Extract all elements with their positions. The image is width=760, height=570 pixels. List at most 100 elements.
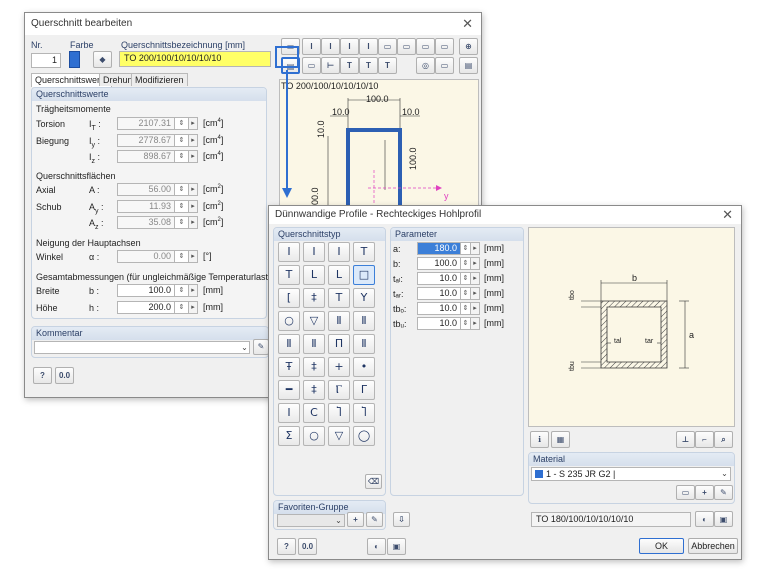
param-spin-icon-3[interactable]: ⇕ bbox=[461, 272, 471, 285]
sub-units-icon[interactable]: 0.0 bbox=[298, 538, 317, 555]
section-name-field[interactable]: TO 180/100/10/10/10/10 bbox=[531, 512, 691, 527]
toolbar-comp-icon[interactable]: ▭ bbox=[435, 57, 454, 74]
name-folder-icon[interactable]: ◐ bbox=[695, 511, 714, 527]
shape-type-14[interactable]: ▽ bbox=[303, 311, 325, 331]
shape-type-32[interactable]: Ⴈ bbox=[353, 403, 375, 423]
shape-type-4[interactable]: T bbox=[353, 242, 375, 262]
shape-type-7[interactable]: L bbox=[328, 265, 350, 285]
view-axes-icon[interactable]: ⌐ bbox=[695, 431, 714, 448]
param-menu-icon-1[interactable]: ▸ bbox=[471, 242, 480, 255]
ay-spin-icon[interactable]: ⇕ bbox=[175, 200, 189, 213]
shape-type-25[interactable]: ━ bbox=[278, 380, 300, 400]
param-spin-icon-1[interactable]: ⇕ bbox=[461, 242, 471, 255]
toolbar-table-icon[interactable]: ▤ bbox=[459, 57, 478, 74]
param-value-6[interactable]: 10.0 bbox=[417, 317, 461, 330]
winkel-spin-icon[interactable]: ⇕ bbox=[175, 250, 189, 263]
toolbar-rec-icon[interactable]: ▭ bbox=[416, 38, 435, 55]
shape-type-3[interactable]: I bbox=[328, 242, 350, 262]
shape-type-17[interactable]: Ⅱ bbox=[278, 334, 300, 354]
toolbar-l-icon[interactable]: ⊢ bbox=[321, 57, 340, 74]
main-close-icon[interactable]: ✕ bbox=[462, 16, 473, 32]
shape-type-26[interactable]: ‡ bbox=[303, 380, 325, 400]
toolbar-heb-icon[interactable]: I bbox=[340, 38, 359, 55]
hoehe-value[interactable]: 200.0 bbox=[117, 301, 175, 314]
favoriten-dropdown-icon[interactable]: ⌄ bbox=[332, 514, 345, 527]
zoom-icon[interactable]: ⌕ bbox=[714, 431, 733, 448]
shape-eraser-icon[interactable]: ⌫ bbox=[365, 474, 382, 489]
param-value-5[interactable]: 10.0 bbox=[417, 302, 461, 315]
shape-type-16[interactable]: Ⅱ bbox=[353, 311, 375, 331]
shape-type-2[interactable]: I bbox=[303, 242, 325, 262]
shape-type-12[interactable]: Y bbox=[353, 288, 375, 308]
bezeichnung-input[interactable]: TO 200/100/10/10/10/10 bbox=[119, 51, 271, 67]
param-menu-icon-5[interactable]: ▸ bbox=[471, 302, 480, 315]
help-icon[interactable]: ? bbox=[33, 367, 52, 384]
material-dropdown-icon[interactable]: ⌄ bbox=[718, 467, 731, 480]
toolbar-ch-icon[interactable]: ◎ bbox=[416, 57, 435, 74]
torsion-spin-icon[interactable]: ⇕ bbox=[175, 117, 189, 130]
shape-type-11[interactable]: T bbox=[328, 288, 350, 308]
shape-type-19[interactable]: Π bbox=[328, 334, 350, 354]
name-save-icon[interactable]: ▣ bbox=[714, 511, 733, 527]
info-icon[interactable]: ℹ bbox=[530, 431, 549, 448]
param-spin-icon-6[interactable]: ⇕ bbox=[461, 317, 471, 330]
winkel-menu-icon[interactable]: ▸ bbox=[189, 250, 198, 263]
material-library-icon[interactable]: ▭ bbox=[676, 485, 695, 500]
shape-type-22[interactable]: ‡ bbox=[303, 357, 325, 377]
library-icon[interactable]: ◆ bbox=[93, 51, 112, 68]
param-value-2[interactable]: 100.0 bbox=[417, 257, 461, 270]
ay-menu-icon[interactable]: ▸ bbox=[189, 200, 198, 213]
ok-button[interactable]: OK bbox=[639, 538, 684, 554]
param-menu-icon-4[interactable]: ▸ bbox=[471, 287, 480, 300]
shape-type-10[interactable]: ‡ bbox=[303, 288, 325, 308]
shape-type-20[interactable]: Ⅱ bbox=[353, 334, 375, 354]
favoriten-add-icon[interactable]: + bbox=[347, 512, 364, 527]
toolbar-t-icon[interactable]: T bbox=[340, 57, 359, 74]
toolbar-hea-icon[interactable]: I bbox=[321, 38, 340, 55]
toolbar-ipe-icon[interactable]: I bbox=[302, 38, 321, 55]
shape-type-27[interactable]: Ⲅ bbox=[328, 380, 350, 400]
kommentar-input[interactable] bbox=[34, 341, 250, 354]
breite-menu-icon[interactable]: ▸ bbox=[189, 284, 198, 297]
sub-save-icon[interactable]: ▣ bbox=[387, 538, 406, 555]
toolbar-hem-icon[interactable]: I bbox=[359, 38, 378, 55]
shape-type-23[interactable]: + bbox=[328, 357, 350, 377]
shape-type-6[interactable]: L bbox=[303, 265, 325, 285]
breite-value[interactable]: 100.0 bbox=[117, 284, 175, 297]
az-menu-icon[interactable]: ▸ bbox=[189, 216, 198, 229]
cancel-button[interactable]: Abbrechen bbox=[688, 538, 738, 554]
shape-type-28[interactable]: Γ bbox=[353, 380, 375, 400]
toolbar-rro2-icon[interactable]: ▭ bbox=[397, 38, 416, 55]
param-spin-icon-4[interactable]: ⇕ bbox=[461, 287, 471, 300]
iy-spin-icon[interactable]: ⇕ bbox=[175, 134, 189, 147]
sub-load-icon[interactable]: ◐ bbox=[367, 538, 386, 555]
shape-type-8[interactable]: □ bbox=[353, 265, 375, 285]
shape-type-33[interactable]: Σ bbox=[278, 426, 300, 446]
iy-menu-icon[interactable]: ▸ bbox=[189, 134, 198, 147]
render-icon[interactable]: ▦ bbox=[551, 431, 570, 448]
hoehe-menu-icon[interactable]: ▸ bbox=[189, 301, 198, 314]
iz-spin-icon[interactable]: ⇕ bbox=[175, 150, 189, 163]
shape-type-34[interactable]: ○ bbox=[303, 426, 325, 446]
shape-type-15[interactable]: Ⅱ bbox=[328, 311, 350, 331]
shape-type-36[interactable]: ◯ bbox=[353, 426, 375, 446]
az-spin-icon[interactable]: ⇕ bbox=[175, 216, 189, 229]
units-icon[interactable]: 0.0 bbox=[55, 367, 74, 384]
shape-type-31[interactable]: Ⴈ bbox=[328, 403, 350, 423]
shape-type-29[interactable]: I bbox=[278, 403, 300, 423]
favoriten-edit-icon[interactable]: ✎ bbox=[366, 512, 383, 527]
toolbar-ro-icon[interactable]: ▭ bbox=[302, 57, 321, 74]
breite-spin-icon[interactable]: ⇕ bbox=[175, 284, 189, 297]
material-new-icon[interactable]: + bbox=[695, 485, 714, 500]
material-edit-icon[interactable]: ✎ bbox=[714, 485, 733, 500]
thinwall-close-icon[interactable]: ✕ bbox=[722, 207, 733, 223]
shape-type-24[interactable]: • bbox=[353, 357, 375, 377]
import-icon[interactable]: ⇩ bbox=[393, 512, 410, 527]
toolbar-extra-icon[interactable]: ⊕ bbox=[459, 38, 478, 55]
hoehe-spin-icon[interactable]: ⇕ bbox=[175, 301, 189, 314]
param-value-4[interactable]: 10.0 bbox=[417, 287, 461, 300]
kommentar-edit-icon[interactable]: ✎ bbox=[253, 339, 269, 355]
material-select[interactable]: 1 - S 235 JR G2 | bbox=[531, 467, 731, 481]
toolbar-ts2-icon[interactable]: T bbox=[378, 57, 397, 74]
param-value-1[interactable]: 180.0 bbox=[417, 242, 461, 255]
